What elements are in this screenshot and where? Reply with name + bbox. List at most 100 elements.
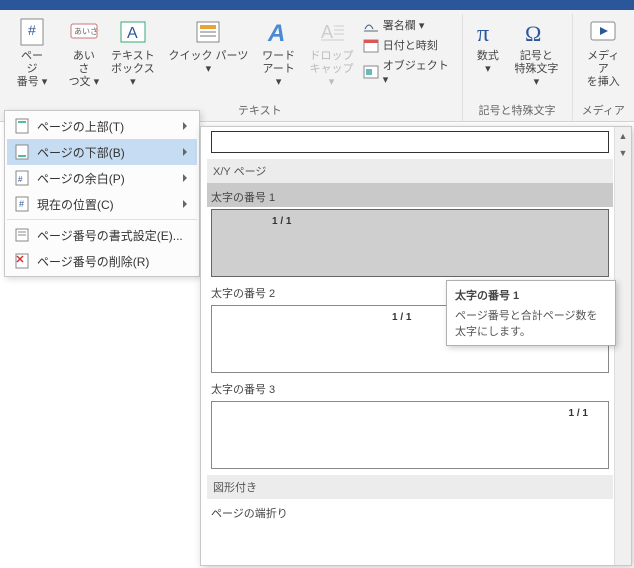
menu-page-top-label: ページの上部(T) [37, 118, 124, 135]
quickparts-button[interactable]: クイック パーツ ▾ [162, 14, 255, 92]
group-label-media: メディア [582, 102, 625, 121]
submenu-arrow-icon [183, 174, 191, 182]
aisatsu-label2: つ文 ▾ [69, 76, 100, 89]
media-label2: を挿入 [587, 76, 620, 89]
group-label-symbols: 記号と特殊文字 [479, 102, 556, 121]
gallery-top-preview[interactable] [211, 131, 609, 153]
menu-page-bottom-label: ページの下部(B) [37, 144, 125, 161]
menu-remove-page-number[interactable]: ページ番号の削除(R) [7, 248, 197, 274]
window-titlebar [0, 0, 634, 10]
tooltip: 太字の番号 1 ページ番号と合計ページ数を太字にします。 [446, 280, 616, 346]
scroll-down-icon[interactable]: ▼ [615, 144, 631, 161]
format-icon [13, 226, 31, 244]
tooltip-title: 太字の番号 1 [455, 287, 607, 303]
symbol-icon: Ω [520, 16, 552, 48]
submenu-arrow-icon [183, 122, 191, 130]
page-text: 1 / 1 [272, 216, 291, 227]
equation-label2: ▾ [485, 63, 491, 76]
textbox-label2: ボックス ▾ [108, 63, 158, 89]
gallery-section-shape: 図形付き [207, 475, 613, 499]
svg-text:#: # [19, 199, 24, 209]
date-icon [363, 37, 379, 53]
ribbon: # ページ 番号 ▾ あいさつ あいさ つ文 ▾ A テキスト ボックス [0, 10, 634, 122]
menu-remove-label: ページ番号の削除(R) [37, 253, 149, 270]
menu-format-page-number[interactable]: ページ番号の書式設定(E)... [7, 222, 197, 248]
page-number-label2: 番号 ▾ [17, 76, 48, 89]
wordart-label2: アート ▾ [259, 63, 298, 89]
svg-text:π: π [477, 21, 489, 47]
page-margin-icon: # [13, 169, 31, 187]
signature-icon [363, 17, 379, 33]
dropcap-label1: ドロップ [310, 50, 354, 63]
page-text: 1 / 1 [392, 312, 411, 323]
symbol-button[interactable]: Ω 記号と 特殊文字 ▾ [507, 14, 565, 92]
wordart-button[interactable]: A ワード アート ▾ [255, 14, 302, 92]
scroll-up-icon[interactable]: ▲ [615, 127, 631, 144]
object-button[interactable]: オブジェクト ▾ [361, 56, 456, 87]
gallery-scrollbar[interactable]: ▲ ▼ [614, 127, 631, 565]
menu-format-label: ページ番号の書式設定(E)... [37, 227, 183, 244]
svg-text:あいさつ: あいさつ [74, 27, 99, 36]
date-label: 日付と時刻 [383, 37, 438, 53]
svg-text:A: A [127, 25, 138, 42]
submenu-arrow-icon [183, 200, 191, 208]
svg-text:Ω: Ω [525, 21, 541, 46]
page-number-button[interactable]: # ページ 番号 ▾ [12, 14, 52, 92]
aisatsu-icon: あいさつ [68, 16, 100, 48]
group-label-text: テキスト [238, 102, 282, 121]
page-number-icon: # [16, 16, 48, 48]
page-number-label1: ページ [16, 50, 48, 76]
textbox-icon: A [117, 16, 149, 48]
svg-text:A: A [267, 20, 285, 47]
gallery-section-xy: X/Y ページ [207, 159, 613, 183]
menu-page-bottom[interactable]: ページの下部(B) [7, 139, 197, 165]
page-text: 1 / 1 [569, 408, 588, 419]
remove-icon [13, 252, 31, 270]
svg-text:A: A [321, 22, 333, 42]
symbol-label1: 記号と [520, 50, 553, 63]
gallery-option-bold3[interactable]: 1 / 1 [211, 401, 609, 469]
svg-text:#: # [18, 175, 23, 184]
textbox-button[interactable]: A テキスト ボックス ▾ [104, 14, 162, 92]
textbox-label1: テキスト [111, 50, 155, 63]
menu-page-top[interactable]: ページの上部(T) [7, 113, 197, 139]
page-top-icon [13, 117, 31, 135]
signature-line-button[interactable]: 署名欄 ▾ [361, 16, 456, 34]
gallery-option-bold1-label: 太字の番号 1 [207, 183, 613, 207]
date-time-button[interactable]: 日付と時刻 [361, 36, 456, 54]
menu-page-margin-label: ページの余白(P) [37, 170, 125, 187]
dropcap-button: A ドロップ キャップ ▾ [302, 14, 361, 92]
gallery-option-corner-label: ページの端折り [207, 499, 613, 523]
dropcap-label2: キャップ ▾ [306, 63, 357, 89]
page-number-menu: ページの上部(T) ページの下部(B) # ページの余白(P) # 現在の位置(… [4, 110, 200, 277]
current-position-icon: # [13, 195, 31, 213]
symbol-label2: 特殊文字 ▾ [511, 63, 561, 89]
page-number-gallery: X/Y ページ 太字の番号 1 1 / 1 太字の番号 2 1 / 1 太字の番… [200, 126, 632, 566]
quickparts-label: クイック パーツ ▾ [166, 50, 251, 76]
dropcap-icon: A [316, 16, 348, 48]
object-label: オブジェクト ▾ [383, 57, 454, 86]
gallery-option-bold1[interactable]: 1 / 1 [211, 209, 609, 277]
media-button[interactable]: メディア を挿入 [579, 14, 628, 92]
media-label1: メディア [583, 50, 624, 76]
wordart-icon: A [263, 16, 295, 48]
menu-separator [7, 219, 197, 220]
equation-label1: 数式 [477, 50, 499, 63]
submenu-arrow-icon [183, 148, 191, 156]
quickparts-icon [192, 16, 224, 48]
menu-page-margin[interactable]: # ページの余白(P) [7, 165, 197, 191]
equation-button[interactable]: π 数式 ▾ [469, 14, 508, 78]
aisatsu-label1: あいさ [68, 50, 100, 76]
menu-current-position[interactable]: # 現在の位置(C) [7, 191, 197, 217]
gallery-option-bold3-label: 太字の番号 3 [207, 375, 613, 399]
media-icon [587, 16, 619, 48]
wordart-label1: ワード [262, 50, 295, 63]
object-icon [363, 64, 379, 80]
svg-text:#: # [28, 22, 36, 38]
menu-current-position-label: 現在の位置(C) [37, 196, 114, 213]
aisatsu-button[interactable]: あいさつ あいさ つ文 ▾ [64, 14, 104, 92]
tooltip-body: ページ番号と合計ページ数を太字にします。 [455, 307, 607, 339]
equation-icon: π [472, 16, 504, 48]
page-bottom-icon [13, 143, 31, 161]
signature-label: 署名欄 ▾ [383, 17, 425, 33]
